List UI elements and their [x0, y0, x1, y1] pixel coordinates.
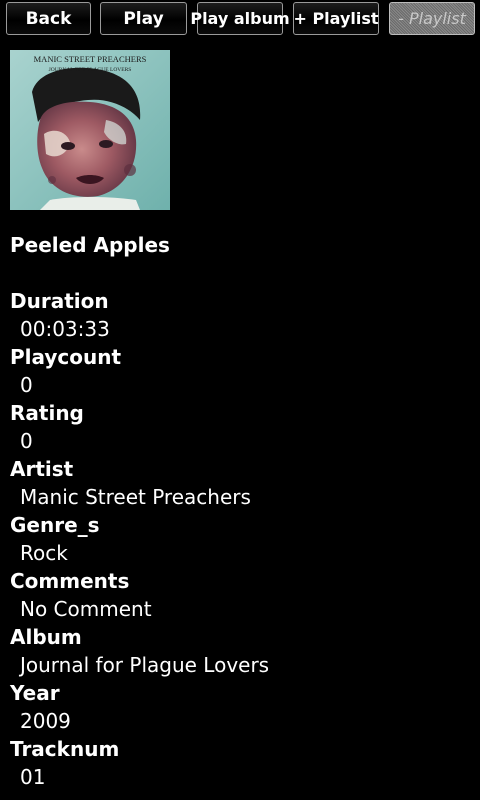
remove-from-playlist-button[interactable]: - Playlist — [389, 2, 475, 35]
play-button[interactable]: Play — [100, 2, 187, 35]
album-value: Journal for Plague Lovers — [20, 653, 270, 677]
tracknum-label: Tracknum — [10, 737, 120, 761]
album-cover-art: MANIC STREET PREACHERS JOURNAL FOR PLAGU… — [10, 50, 170, 210]
genre-label: Genre_s — [10, 513, 100, 537]
cover-album-text: JOURNAL FOR PLAGUE LOVERS — [49, 67, 132, 73]
album-label: Album — [10, 625, 82, 649]
album-cover: MANIC STREET PREACHERS JOURNAL FOR PLAGU… — [10, 50, 170, 210]
rating-value: 0 — [20, 429, 33, 453]
artist-value: Manic Street Preachers — [20, 485, 251, 509]
year-value: 2009 — [20, 709, 71, 733]
artist-label: Artist — [10, 457, 74, 481]
add-to-playlist-button[interactable]: + Playlist — [293, 2, 379, 35]
year-label: Year — [10, 681, 60, 705]
playcount-label: Playcount — [10, 345, 122, 369]
comments-label: Comments — [10, 569, 130, 593]
cover-band-text: MANIC STREET PREACHERS — [34, 54, 147, 64]
track-details: Duration 00:03:33 Playcount 0 Rating 0 A… — [10, 287, 470, 791]
song-title: Peeled Apples — [10, 233, 170, 257]
duration-label: Duration — [10, 289, 109, 313]
toolbar: Back Play Play album + Playlist - Playli… — [0, 0, 480, 40]
play-album-button[interactable]: Play album — [190, 2, 290, 35]
tracknum-value: 01 — [20, 765, 46, 789]
back-button[interactable]: Back — [6, 2, 91, 35]
comments-value: No Comment — [20, 597, 152, 621]
rating-label: Rating — [10, 401, 84, 425]
playcount-value: 0 — [20, 373, 33, 397]
genre-value: Rock — [20, 541, 68, 565]
duration-value: 00:03:33 — [20, 317, 110, 341]
